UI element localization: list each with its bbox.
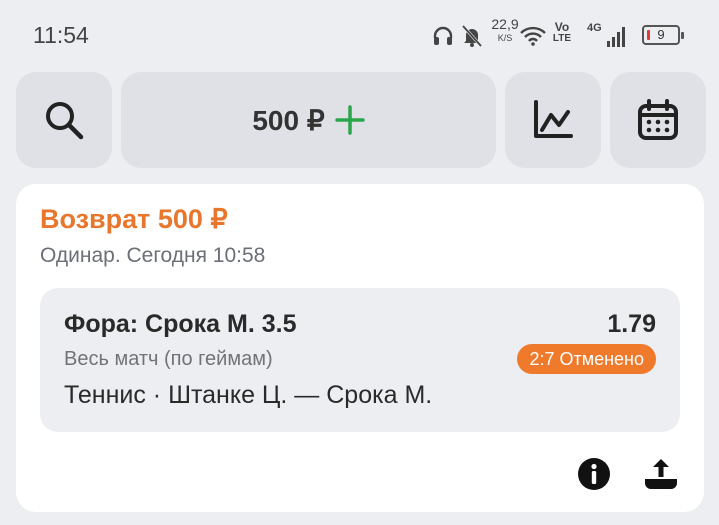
network-type: 4G [587, 22, 602, 34]
share-icon [645, 459, 677, 489]
chart-icon [534, 100, 573, 138]
top-toolbar: 500 ₽ [16, 72, 706, 168]
plus-icon [334, 105, 365, 135]
bell-muted-icon [461, 24, 483, 48]
result-badge: 2:7 Отменено [517, 344, 656, 374]
volte-bottom: LTE [552, 33, 572, 44]
bet-period: Весь матч (по геймам) [64, 348, 273, 370]
battery-icon: 9 [642, 25, 684, 45]
signal-icon [607, 27, 625, 47]
headphones-icon [433, 26, 453, 45]
search-button[interactable] [16, 72, 112, 168]
info-icon [578, 458, 610, 490]
bet-card[interactable]: Возврат 500 ₽ Одинар. Сегодня 10:58 Фора… [16, 184, 704, 512]
volte-indicator: Vo LTE [549, 20, 575, 44]
network-speed: 22,9 K/S [488, 16, 522, 44]
search-icon [46, 102, 84, 140]
info-button[interactable] [572, 452, 616, 496]
speed-unit: K/S [497, 33, 513, 43]
calendar-button[interactable] [610, 72, 706, 168]
balance-amount: 500 ₽ [252, 104, 325, 136]
battery-level: 9 [657, 27, 665, 42]
wifi-icon [520, 26, 546, 46]
status-time: 11:54 [33, 22, 89, 48]
volte-top: Vo [554, 20, 570, 34]
bet-event: Теннис · Штанке Ц. — Срока М. [64, 381, 433, 409]
bet-market: Фора: Срока М. 3.5 [64, 310, 297, 338]
share-button[interactable] [639, 452, 683, 496]
stats-button[interactable] [505, 72, 601, 168]
bet-status: Возврат 500 ₽ [40, 204, 228, 234]
speed-value: 22,9 [491, 16, 519, 32]
calendar-icon [638, 99, 678, 140]
bet-selection[interactable]: Фора: Срока М. 3.5 1.79 Весь матч (по ге… [40, 288, 680, 432]
balance-button[interactable]: 500 ₽ [121, 72, 496, 168]
bet-subtitle: Одинар. Сегодня 10:58 [40, 244, 266, 267]
bet-odds: 1.79 [607, 310, 656, 338]
status-bar: 11:54 22,9 K/S Vo LTE 4G 9 [0, 0, 719, 70]
card-actions [504, 442, 704, 512]
